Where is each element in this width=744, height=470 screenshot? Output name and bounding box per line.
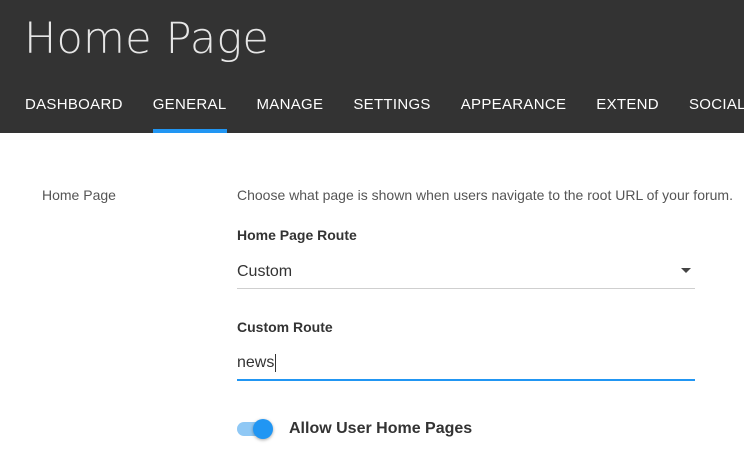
custom-route-input[interactable]	[237, 347, 695, 381]
tab-general[interactable]: GENERAL	[138, 84, 242, 133]
settings-content: Home Page Choose what page is shown when…	[0, 133, 744, 470]
tab-settings[interactable]: SETTINGS	[338, 84, 445, 133]
page-title: Home Page	[24, 14, 270, 64]
tab-extend[interactable]: EXTEND	[581, 84, 674, 133]
custom-route-label: Custom Route	[237, 319, 333, 335]
tab-dashboard[interactable]: DASHBOARD	[0, 84, 138, 133]
section-description: Choose what page is shown when users nav…	[237, 187, 733, 203]
tab-appearance[interactable]: APPEARANCE	[446, 84, 582, 133]
allow-user-home-pages-toggle[interactable]	[237, 419, 273, 439]
main-nav: DASHBOARD GENERAL MANAGE SETTINGS APPEAR…	[0, 84, 744, 133]
allow-user-home-pages-label: Allow User Home Pages	[289, 420, 473, 437]
caret-down-icon	[681, 268, 691, 273]
text-cursor	[275, 354, 276, 372]
tab-manage[interactable]: MANAGE	[242, 84, 339, 133]
tab-social[interactable]: SOCIAL A	[674, 84, 744, 133]
top-header: Home Page DASHBOARD GENERAL MANAGE SETTI…	[0, 0, 744, 133]
home-page-route-value: Custom	[237, 263, 293, 280]
home-page-route-label: Home Page Route	[237, 227, 357, 243]
toggle-thumb	[253, 419, 273, 439]
home-page-route-select[interactable]: Custom	[237, 255, 695, 289]
section-label: Home Page	[42, 187, 116, 203]
